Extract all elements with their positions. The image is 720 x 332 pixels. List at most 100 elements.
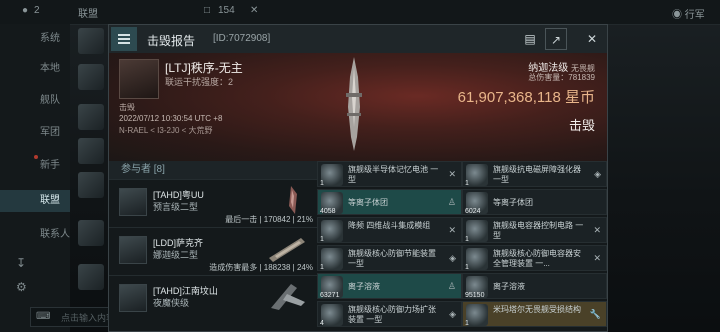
isk-unit: 星币 — [564, 89, 595, 106]
sidebar-item-contacts[interactable]: 联系人 — [0, 224, 70, 246]
item-quantity: 1 — [465, 236, 469, 243]
item-quantity: 6024 — [465, 208, 481, 215]
hull-icon — [466, 304, 488, 326]
menu-icon[interactable] — [111, 27, 137, 51]
item-quantity: 95150 — [465, 292, 485, 299]
item-status-icon: ♙ — [447, 197, 456, 207]
item-cell[interactable]: 63271 离子溶液 ♙ — [317, 273, 462, 299]
notification-dot — [34, 155, 38, 159]
item-status-icon: ◈ — [449, 309, 456, 319]
participant-ship: 预言级二型 — [153, 202, 199, 212]
wrench-icon: 🔧 — [589, 309, 601, 319]
participant-avatar[interactable] — [119, 236, 147, 264]
victim-security: 联运干扰强度：2 — [165, 77, 234, 87]
avatar[interactable] — [78, 138, 104, 164]
item-quantity: 63271 — [320, 292, 340, 299]
participant-row[interactable]: [LDD]萨克齐 娜迦级二型 造成伤害最多 | 188238 | 24% — [109, 227, 317, 276]
item-cell[interactable]: 1 旗舰级抗电磁屏障强化器 一型 ◈ — [462, 161, 607, 187]
avatar[interactable] — [78, 172, 104, 198]
clipboard-icon[interactable]: ▤ — [519, 28, 541, 50]
item-cell[interactable]: 1 旗舰级核心防御电容器安全管理装置 一... ✕ — [462, 245, 607, 271]
participant-avatar[interactable] — [119, 188, 147, 216]
participant-avatar[interactable] — [119, 284, 147, 312]
item-quantity: 1 — [465, 180, 469, 187]
avatar[interactable] — [78, 220, 104, 246]
close-icon[interactable]: ✕ — [250, 5, 258, 16]
sidebar-item-local[interactable]: 本地 — [0, 58, 70, 80]
item-quantity: 1 — [320, 180, 324, 187]
channel-name: 联盟 — [78, 9, 98, 20]
item-name: 旗舰级抗电磁屏障强化器 一型 — [493, 165, 581, 184]
details-section: 参与者 [8] [TAHD]粤UU 预言级二型 最后一击 | 170842 | … — [109, 161, 607, 331]
kill-location: N-RAEL < I3-2J0 < 大荒野 — [119, 126, 213, 135]
module-icon — [321, 304, 343, 326]
item-cell[interactable]: 95150 离子溶液 — [462, 273, 607, 299]
sidebar-item-alliance[interactable]: 联盟 — [0, 190, 70, 212]
item-name: 旗舰级核心防御电容器安全管理装置 一... — [493, 249, 581, 268]
victim-portrait[interactable] — [119, 59, 159, 99]
participant-ship: 夜魔侠级 — [153, 298, 190, 308]
eye-icon[interactable]: ◉ 行军 — [672, 6, 705, 21]
avatar[interactable] — [78, 264, 104, 290]
module-icon — [466, 164, 488, 186]
right-label: 行军 — [684, 10, 705, 21]
isk-amount: 61,907,368,118 — [457, 89, 561, 106]
item-quantity: 4058 — [320, 208, 336, 215]
panel-header: 击毁报告 [ID:7072908] ▤ ↗ ✕ — [109, 25, 607, 54]
avatar[interactable] — [78, 104, 104, 130]
item-cell[interactable]: 1 旗舰级半导体记忆电池 一型 ✕ — [317, 161, 462, 187]
settings-icon[interactable]: ⚙ — [16, 280, 27, 294]
module-icon — [466, 248, 488, 270]
item-cell[interactable]: 1 旗舰级电容器控制电路 一型 ✕ — [462, 217, 607, 243]
item-status-icon: ◈ — [449, 253, 456, 263]
participant-ship-image — [269, 238, 305, 262]
keyboard-icon[interactable]: ⌨ — [36, 311, 50, 322]
item-name: 离子溶液 — [493, 282, 525, 291]
avatar[interactable] — [78, 28, 104, 54]
participant-row[interactable]: [TAHD]粤UU 预言级二型 最后一击 | 170842 | 21% — [109, 179, 317, 228]
item-cell[interactable]: 4 旗舰级核心防御力场扩张装置 一型 ◈ — [317, 301, 462, 327]
item-name: 米玛塔尔无畏舰受损结构 — [493, 305, 581, 314]
participant-row[interactable]: [TAHD]江南坟山 夜魔侠级 — [109, 275, 317, 324]
victim-ship-image — [346, 57, 362, 151]
report-id[interactable]: [ID:7072908] — [213, 33, 270, 44]
item-name: 旗舰级核心防御节能装置 一型 — [348, 249, 436, 268]
module-icon — [321, 220, 343, 242]
item-name: 旗舰级核心防御力场扩张装置 一型 — [348, 305, 436, 324]
item-quantity: 1 — [465, 320, 469, 327]
item-cell[interactable]: 1 降频 四维战斗集成模组 ✕ — [317, 217, 462, 243]
share-icon[interactable]: ↗ — [545, 28, 567, 50]
item-name: 等离子体团 — [493, 198, 533, 207]
item-quantity: 1 — [320, 236, 324, 243]
item-status-icon: ◈ — [594, 169, 601, 179]
item-name: 旗舰级半导体记忆电池 一型 — [348, 165, 439, 184]
sidebar-item-system[interactable]: 系统 — [0, 28, 70, 50]
unread-badge: 154 — [218, 5, 235, 16]
kill-label: 击毁 — [568, 118, 595, 133]
module-icon — [466, 220, 488, 242]
victim-banner: [LTJ]秩序-无主 联运干扰强度：2 击毁 2022/07/12 10:30:… — [109, 53, 607, 161]
window-icon[interactable]: □ — [204, 5, 210, 16]
sidebar-item-fleet[interactable]: 舰队 — [0, 90, 70, 112]
kill-report-panel: 击毁报告 [ID:7072908] ▤ ↗ ✕ [LTJ]秩序-无主 联运干扰强… — [108, 24, 608, 332]
online-count: 2 — [34, 5, 40, 16]
item-status-icon: ♙ — [447, 281, 456, 291]
item-cell[interactable]: 1 米玛塔尔无畏舰受损结构 🔧 — [462, 301, 607, 327]
participant-ship: 娜迦级二型 — [153, 250, 199, 260]
close-icon[interactable]: ✕ — [581, 28, 603, 50]
item-name: 等离子体团 — [348, 198, 388, 207]
item-cell[interactable]: 4058 等离子体团 ♙ — [317, 189, 462, 215]
download-icon[interactable]: ↧ — [16, 256, 26, 270]
participants-header[interactable]: 参与者 [8] — [109, 161, 317, 179]
participant-ship-image — [271, 284, 305, 310]
people-icon: ● — [22, 5, 29, 16]
avatar[interactable] — [78, 64, 104, 90]
item-name: 离子溶液 — [348, 282, 380, 291]
item-quantity: 1 — [320, 264, 324, 271]
participant-damage: 造成伤害最多 | 188238 | 24% — [209, 263, 313, 272]
victim-name[interactable]: [LTJ]秩序-无主 — [165, 59, 243, 76]
item-cell[interactable]: 6024 等离子体团 — [462, 189, 607, 215]
panel-title: 击毁报告 — [147, 34, 196, 48]
item-cell[interactable]: 1 旗舰级核心防御节能装置 一型 ◈ — [317, 245, 462, 271]
sidebar-item-corp[interactable]: 军团 — [0, 122, 70, 144]
